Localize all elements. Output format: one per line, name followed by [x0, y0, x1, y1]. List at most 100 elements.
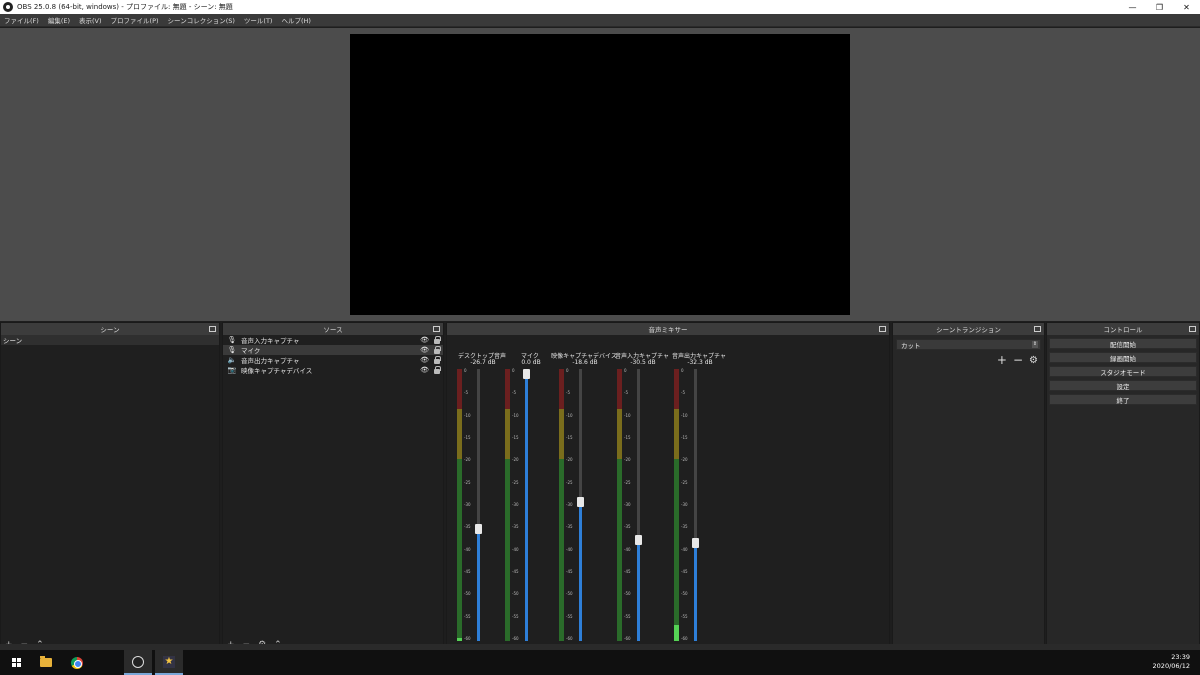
source-label: マイク: [241, 347, 261, 355]
meter-tick-label: -15: [464, 435, 471, 440]
source-item[interactable]: 🎙 マイク 👁: [223, 345, 443, 355]
volume-meter: [457, 369, 462, 641]
meter-tick-label: -40: [512, 547, 519, 552]
volume-meter: [617, 369, 622, 641]
meter-tick-label: -20: [566, 457, 573, 462]
settings-button[interactable]: 設定: [1049, 380, 1197, 391]
undock-icon[interactable]: [1189, 326, 1196, 332]
audio-mixer-dock: 音声ミキサー デスクトップ音声 -26.7 dB 0 -5 -10 -15 -20 -25 -3…: [446, 322, 890, 656]
menu-help[interactable]: ヘルプ(H): [281, 15, 310, 25]
lock-icon[interactable]: [434, 336, 441, 344]
chrome-button[interactable]: [63, 650, 91, 675]
menu-profile[interactable]: プロファイル(P): [111, 15, 159, 25]
fader-handle[interactable]: [523, 369, 530, 379]
taskbar-clock[interactable]: 23:39 2020/06/12: [1153, 653, 1190, 671]
obs-taskbar-button[interactable]: [124, 650, 152, 675]
scenes-list: シーン + − ⌃ ⌄: [1, 335, 219, 650]
remove-icon[interactable]: −: [1013, 353, 1023, 367]
transitions-dock-header: シーントランジション: [893, 323, 1044, 335]
meter-scale: 0 -5 -10 -15 -20 -25 -30 -35 -40 -45 -50 -55 -60: [681, 369, 691, 641]
visibility-eye-icon[interactable]: 👁: [420, 356, 429, 364]
visibility-eye-icon[interactable]: 👁: [420, 346, 429, 354]
start-recording-button[interactable]: 録画開始: [1049, 352, 1197, 363]
meter-tick-label: -35: [681, 524, 688, 529]
volume-fader[interactable]: [692, 369, 699, 641]
meter-tick-label: -20: [681, 457, 688, 462]
visibility-eye-icon[interactable]: 👁: [420, 366, 429, 374]
exit-button[interactable]: 終了: [1049, 394, 1197, 405]
meter-tick-label: -10: [681, 413, 688, 418]
meter-tick-label: -25: [512, 480, 519, 485]
menu-file[interactable]: ファイル(F): [4, 15, 39, 25]
scene-transitions-dock: シーントランジション カット ⇕ + − ⚙: [892, 322, 1045, 650]
clock-time: 23:39: [1171, 653, 1190, 661]
gear-icon[interactable]: ⚙: [1029, 355, 1038, 366]
transitions-body: カット ⇕ + − ⚙: [893, 335, 1044, 649]
add-icon[interactable]: +: [997, 353, 1007, 367]
controls-body: 配信開始 録画開始 スタジオモード 設定 終了: [1047, 335, 1199, 649]
file-explorer-button[interactable]: [32, 650, 60, 675]
undock-icon[interactable]: [879, 326, 886, 332]
lock-icon[interactable]: [434, 366, 441, 374]
meter-tick-label: -5: [566, 390, 570, 395]
source-item[interactable]: 🎙 音声入力キャプチャ 👁: [223, 335, 443, 345]
undock-icon[interactable]: [209, 326, 216, 332]
meter-tick-label: -30: [566, 502, 573, 507]
menu-tools[interactable]: ツール(T): [244, 15, 273, 25]
mixer-channel: 映像キャプチャデバイス -18.6 dB 0 -5 -10 -15 -20 -25 -30 -35…: [551, 349, 617, 656]
start-button[interactable]: [2, 650, 30, 675]
menu-view[interactable]: 表示(V): [79, 15, 102, 25]
menu-edit[interactable]: 編集(E): [48, 15, 70, 25]
meter-tick-label: -55: [681, 614, 688, 619]
meter-tick-label: -40: [566, 547, 573, 552]
meter-tick-label: -25: [624, 480, 631, 485]
volume-fader[interactable]: [577, 369, 584, 641]
studio-mode-button[interactable]: スタジオモード: [1049, 366, 1197, 377]
menu-bar: ファイル(F) 編集(E) 表示(V) プロファイル(P) シーンコレクション(…: [0, 14, 1200, 27]
channel-db-readout: -32.3 dB: [687, 359, 713, 366]
mixer-channel: 音声入力キャプチャ -30.5 dB 0 -5 -10 -15 -20 -25 -30 -35 -4…: [615, 349, 671, 656]
volume-fader[interactable]: [523, 369, 530, 641]
volume-fader[interactable]: [475, 369, 482, 641]
source-label: 音声入力キャプチャ: [241, 337, 300, 345]
source-item[interactable]: 🔈 音声出力キャプチャ 👁: [223, 355, 443, 365]
transition-select[interactable]: カット ⇕: [896, 339, 1041, 350]
undock-icon[interactable]: [1034, 326, 1041, 332]
meter-tick-label: -55: [512, 614, 519, 619]
meter-tick-label: -10: [464, 413, 471, 418]
mixer-channels: デスクトップ音声 -26.7 dB 0 -5 -10 -15 -20 -25 -30 -35 -40…: [447, 335, 889, 656]
volume-fader[interactable]: [635, 369, 642, 641]
scene-item[interactable]: シーン: [1, 335, 219, 345]
fader-handle[interactable]: [692, 538, 699, 548]
app-taskbar-button[interactable]: ★: [155, 650, 183, 675]
undock-icon[interactable]: [433, 326, 440, 332]
meter-scale: 0 -5 -10 -15 -20 -25 -30 -35 -40 -45 -50 -55 -60: [624, 369, 634, 641]
lock-icon[interactable]: [434, 346, 441, 354]
fader-handle[interactable]: [635, 535, 642, 545]
source-item[interactable]: 📷 映像キャプチャデバイス 👁: [223, 365, 443, 375]
fader-handle[interactable]: [475, 524, 482, 534]
meter-tick-label: -40: [624, 547, 631, 552]
scenes-dock-header: シーン: [1, 323, 219, 335]
visibility-eye-icon[interactable]: 👁: [420, 336, 429, 344]
minimize-button[interactable]: —: [1119, 0, 1146, 14]
lock-icon[interactable]: [434, 356, 441, 364]
meter-tick-label: -45: [624, 569, 631, 574]
fader-fill: [579, 502, 582, 641]
start-streaming-button[interactable]: 配信開始: [1049, 338, 1197, 349]
sources-dock-title: ソース: [323, 326, 343, 334]
meter-tick-label: -5: [512, 390, 516, 395]
maximize-button[interactable]: ❐: [1146, 0, 1173, 14]
meter-tick-label: -20: [512, 457, 519, 462]
meter-tick-label: -30: [681, 502, 688, 507]
preview-canvas[interactable]: [350, 34, 850, 315]
close-button[interactable]: ✕: [1173, 0, 1200, 14]
preview-area: [0, 28, 1200, 321]
meter-tick-label: -30: [624, 502, 631, 507]
meter-tick-label: -15: [681, 435, 688, 440]
scenes-dock-title: シーン: [100, 326, 120, 334]
fader-handle[interactable]: [577, 497, 584, 507]
menu-scene-collection[interactable]: シーンコレクション(S): [168, 15, 235, 25]
channel-db-readout: -30.5 dB: [630, 359, 656, 366]
meter-scale: 0 -5 -10 -15 -20 -25 -30 -35 -40 -45 -50 -55 -60: [512, 369, 522, 641]
